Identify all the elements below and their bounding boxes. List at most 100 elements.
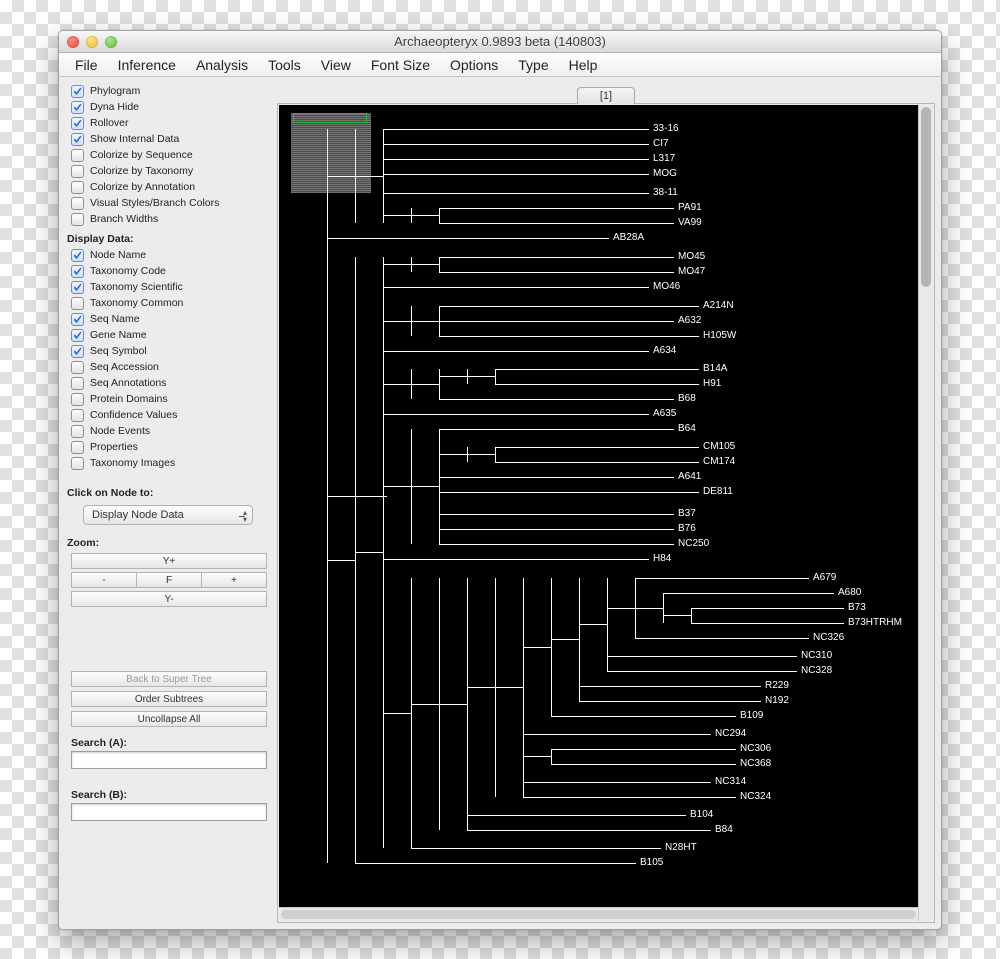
tree-leaf-label[interactable]: A679 [813, 572, 836, 583]
horizontal-scrollbar[interactable] [279, 907, 918, 921]
tab-1[interactable]: [1] [577, 87, 635, 104]
menu-help[interactable]: Help [559, 57, 608, 73]
tree-leaf-label[interactable]: B105 [640, 857, 663, 868]
menu-options[interactable]: Options [440, 57, 508, 73]
view-option-checkbox[interactable] [71, 117, 84, 130]
tree-leaf-label[interactable]: H91 [703, 378, 721, 389]
tree-leaf-label[interactable]: B73HTRHM [848, 617, 902, 628]
tree-leaf-label[interactable]: N192 [765, 695, 789, 706]
tree-leaf-label[interactable]: H105W [703, 330, 736, 341]
view-option-checkbox[interactable] [71, 101, 84, 114]
menu-file[interactable]: File [65, 57, 108, 73]
order-subtrees-button[interactable]: Order Subtrees [71, 691, 267, 707]
vertical-scrollbar[interactable] [918, 105, 933, 921]
minimize-icon[interactable] [86, 36, 98, 48]
tree-leaf-label[interactable]: A634 [653, 345, 676, 356]
tree-leaf-label[interactable]: MO47 [678, 266, 705, 277]
display-option-checkbox[interactable] [71, 393, 84, 406]
tree-leaf-label[interactable]: MO45 [678, 251, 705, 262]
view-option-checkbox[interactable] [71, 165, 84, 178]
tree-canvas[interactable]: 33-16 CI7 L317 MOG 38-11PA91 VA99 AB28A MO45 MO4… [279, 105, 918, 921]
tree-leaf-label[interactable]: MO46 [653, 281, 680, 292]
zoom-y-minus-button[interactable]: Y- [71, 591, 267, 607]
back-to-super-tree-button[interactable]: Back to Super Tree [71, 671, 267, 687]
tree-leaf-label[interactable]: B104 [690, 809, 713, 820]
display-option-checkbox[interactable] [71, 361, 84, 374]
tree-leaf-label[interactable]: N28HT [665, 842, 697, 853]
scrollbar-thumb[interactable] [921, 107, 931, 287]
tree-leaf-label[interactable]: B109 [740, 710, 763, 721]
tree-leaf-label[interactable]: NC324 [740, 791, 771, 802]
tree-leaf-label[interactable]: B76 [678, 523, 696, 534]
display-option-checkbox[interactable] [71, 249, 84, 262]
search-a-input[interactable] [71, 751, 267, 769]
display-option-checkbox[interactable] [71, 313, 84, 326]
tree-leaf-label[interactable]: NC250 [678, 538, 709, 549]
tree-leaf-label[interactable]: DE811 [703, 486, 733, 497]
tree-leaf-label[interactable]: A680 [838, 587, 861, 598]
scrollbar-thumb[interactable] [281, 910, 916, 919]
tree-leaf-label[interactable]: A635 [653, 408, 676, 419]
view-option-checkbox[interactable] [71, 149, 84, 162]
tree-leaf-label[interactable]: NC326 [813, 632, 844, 643]
tree-leaf-label[interactable]: AB28A [613, 232, 644, 243]
menu-tools[interactable]: Tools [258, 57, 311, 73]
display-option-checkbox[interactable] [71, 425, 84, 438]
view-option-checkbox[interactable] [71, 85, 84, 98]
display-option-checkbox[interactable] [71, 409, 84, 422]
tree-leaf-label[interactable]: 33-16 [653, 123, 679, 134]
tree-leaf-label[interactable]: B14A [703, 363, 727, 374]
view-option-checkbox[interactable] [71, 213, 84, 226]
tree-leaf-label[interactable]: B84 [715, 824, 733, 835]
tree-leaf-label[interactable]: NC314 [715, 776, 746, 787]
zoom-plus-button[interactable]: + [202, 572, 267, 588]
display-option-checkbox[interactable] [71, 297, 84, 310]
display-option-checkbox[interactable] [71, 441, 84, 454]
minimap[interactable] [291, 113, 371, 193]
display-option-checkbox[interactable] [71, 281, 84, 294]
zoom-y-plus-button[interactable]: Y+ [71, 553, 267, 569]
menu-font-size[interactable]: Font Size [361, 57, 440, 73]
tree-leaf-label[interactable]: B68 [678, 393, 696, 404]
close-icon[interactable] [67, 36, 79, 48]
tree-leaf-label[interactable]: NC368 [740, 758, 771, 769]
tree-leaf-label[interactable]: B73 [848, 602, 866, 613]
view-option-checkbox[interactable] [71, 133, 84, 146]
tree-leaf-label[interactable]: PA91 [678, 202, 702, 213]
menu-type[interactable]: Type [508, 57, 558, 73]
view-option-checkbox[interactable] [71, 197, 84, 210]
tree-leaf-label[interactable]: NC294 [715, 728, 746, 739]
tree-leaf-label[interactable]: CM105 [703, 441, 735, 452]
tree-leaf-label[interactable]: H84 [653, 553, 671, 564]
zoom-fit-button[interactable]: F [137, 572, 202, 588]
display-option-checkbox[interactable] [71, 457, 84, 470]
uncollapse-all-button[interactable]: Uncollapse All [71, 711, 267, 727]
tree-leaf-label[interactable]: A214N [703, 300, 734, 311]
view-option-checkbox[interactable] [71, 181, 84, 194]
tree-leaf-label[interactable]: R229 [765, 680, 789, 691]
tree-leaf-label[interactable]: MOG [653, 168, 677, 179]
tree-leaf-label[interactable]: B64 [678, 423, 696, 434]
display-option-checkbox[interactable] [71, 329, 84, 342]
tree-leaf-label[interactable]: A632 [678, 315, 701, 326]
tree-leaf-label[interactable]: CM174 [703, 456, 735, 467]
tree-leaf-label[interactable]: NC306 [740, 743, 771, 754]
tree-leaf-label[interactable]: B37 [678, 508, 696, 519]
menu-analysis[interactable]: Analysis [186, 57, 258, 73]
tree-leaf-label[interactable]: NC328 [801, 665, 832, 676]
menu-view[interactable]: View [311, 57, 361, 73]
tree-leaf-label[interactable]: NC310 [801, 650, 832, 661]
search-b-input[interactable] [71, 803, 267, 821]
tree-leaf-label[interactable]: VA99 [678, 217, 702, 228]
tree-leaf-label[interactable]: L317 [653, 153, 675, 164]
zoom-icon[interactable] [105, 36, 117, 48]
display-option-checkbox[interactable] [71, 265, 84, 278]
tree-leaf-label[interactable]: CI7 [653, 138, 669, 149]
display-option-checkbox[interactable] [71, 377, 84, 390]
click-action-select[interactable]: Display Node Data ▴▾ [83, 505, 253, 525]
display-option-checkbox[interactable] [71, 345, 84, 358]
menu-inference[interactable]: Inference [108, 57, 186, 73]
tree-leaf-label[interactable]: A641 [678, 471, 701, 482]
tree-leaf-label[interactable]: 38-11 [653, 187, 678, 198]
zoom-minus-button[interactable]: - [71, 572, 137, 588]
